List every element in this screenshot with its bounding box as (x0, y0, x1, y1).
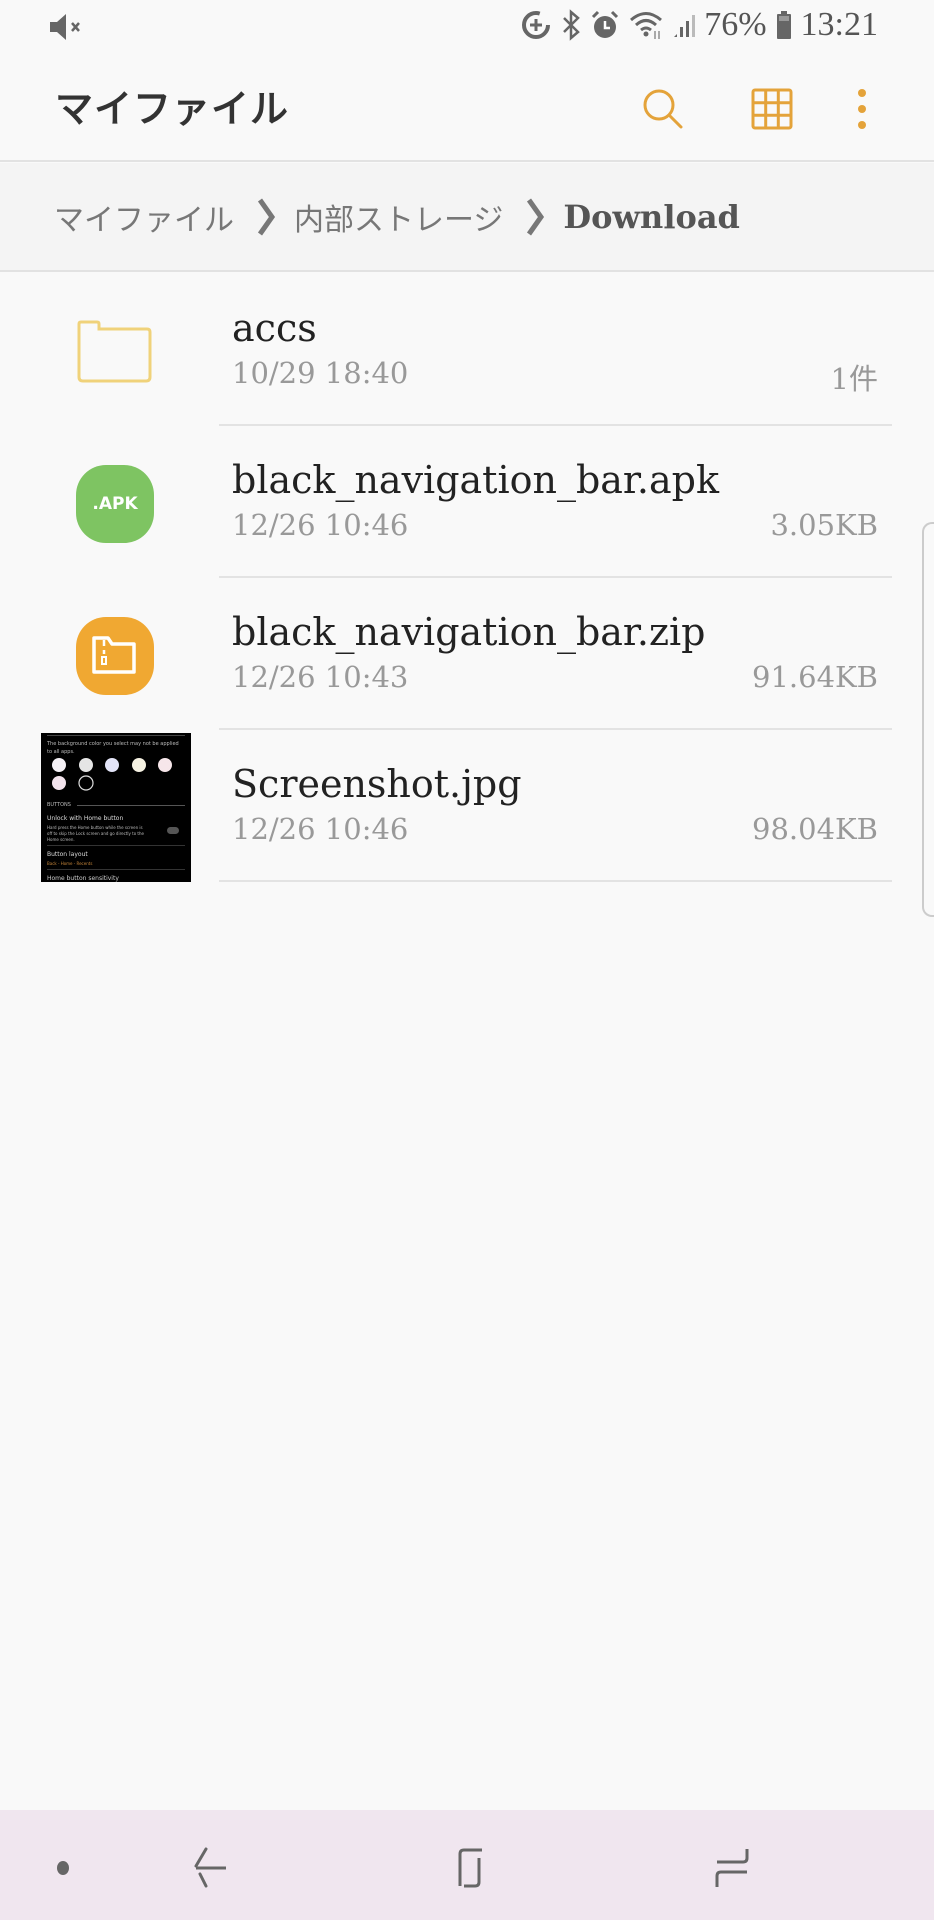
navigation-bar (0, 1810, 934, 1920)
file-name: black_navigation_bar.zip (232, 610, 706, 654)
alarm-icon (590, 9, 620, 41)
status-bar: 76% 13:21 (0, 0, 934, 56)
clock: 13:21 (800, 6, 878, 43)
breadcrumb-item-my-files[interactable]: マイファイル (54, 195, 234, 239)
chevron-right-icon (256, 197, 276, 237)
back-icon (194, 1847, 226, 1888)
app-header: マイファイル (0, 56, 934, 162)
recents-button[interactable] (697, 1838, 767, 1898)
file-size: 98.04KB (752, 812, 878, 846)
more-options-button[interactable] (837, 84, 887, 134)
folder-icon (75, 312, 155, 392)
file-name: Screenshot.jpg (232, 762, 522, 806)
nav-dot-button[interactable] (28, 1838, 98, 1898)
file-name: black_navigation_bar.apk (232, 458, 720, 502)
search-icon (643, 89, 683, 129)
divider (219, 880, 892, 882)
file-size: 91.64KB (752, 660, 878, 694)
zip-icon (75, 616, 155, 696)
page-title: マイファイル (55, 87, 290, 131)
breadcrumb: マイファイル 内部ストレージ Download (0, 163, 934, 272)
grid-icon (751, 88, 793, 130)
chevron-right-icon (525, 197, 545, 237)
apk-badge: .APK (76, 465, 154, 543)
grid-view-button[interactable] (747, 84, 797, 134)
mute-icon (48, 12, 84, 46)
file-name: accs (232, 306, 317, 350)
file-row-accs[interactable]: accs 10/29 18:40 1件 (0, 274, 934, 426)
battery-percent: 76% (704, 6, 767, 43)
breadcrumb-item-download[interactable]: Download (563, 198, 740, 236)
recents-icon (715, 1849, 749, 1887)
file-row-zip[interactable]: black_navigation_bar.zip 12/26 10:43 91.… (0, 578, 934, 730)
item-count: 1件 (830, 362, 878, 396)
back-button[interactable] (175, 1838, 245, 1898)
home-button[interactable] (437, 1838, 507, 1898)
battery-icon (775, 9, 793, 41)
file-row-apk[interactable]: .APK black_navigation_bar.apk 12/26 10:4… (0, 426, 934, 578)
file-date: 12/26 10:46 (232, 508, 409, 542)
data-saver-icon (520, 9, 552, 41)
bluetooth-icon (560, 9, 582, 41)
scrollbar[interactable] (922, 522, 934, 917)
signal-icon (672, 9, 696, 41)
file-date: 12/26 10:43 (232, 660, 409, 694)
file-size: 3.05KB (770, 508, 878, 542)
search-button[interactable] (638, 84, 688, 134)
file-date: 12/26 10:46 (232, 812, 409, 846)
wifi-icon (628, 9, 664, 41)
file-row-screenshot[interactable]: The background color you select may not … (0, 730, 934, 882)
more-vertical-icon (858, 89, 866, 129)
breadcrumb-item-internal-storage[interactable]: 内部ストレージ (294, 195, 503, 239)
apk-icon: .APK (75, 464, 155, 544)
home-icon (458, 1848, 482, 1888)
image-thumbnail: The background color you select may not … (41, 733, 191, 882)
file-date: 10/29 18:40 (232, 356, 409, 390)
file-list: accs 10/29 18:40 1件 .APK black_navigatio… (0, 274, 934, 882)
dot-icon (57, 1861, 69, 1875)
